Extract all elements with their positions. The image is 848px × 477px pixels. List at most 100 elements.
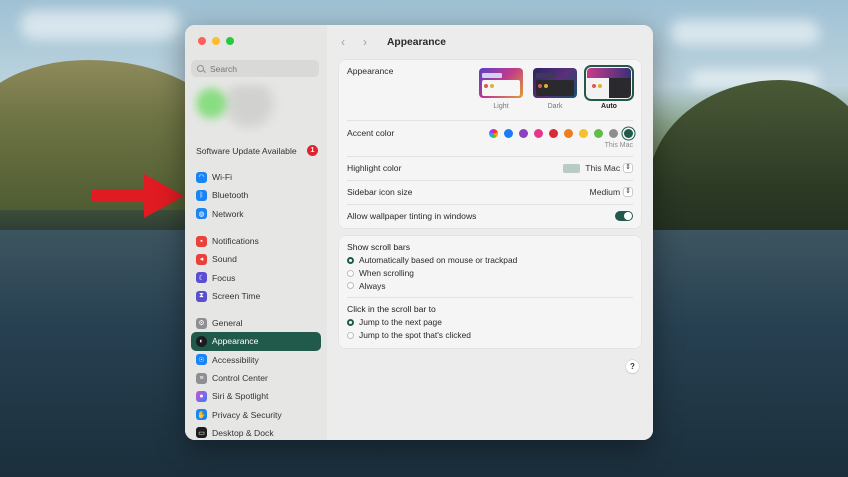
radio-label: Automatically based on mouse or trackpad xyxy=(359,255,518,266)
click-scroll-bar-group: Click in the scroll bar to Jump to the n… xyxy=(347,304,471,341)
system-group: ⚙ General ◐ Appearance ☉ Accessibility ≡… xyxy=(191,314,321,440)
sidebar-item-wifi[interactable]: ◠ Wi-Fi xyxy=(191,168,321,186)
sidebar-item-label: Privacy & Security xyxy=(212,409,282,420)
forward-button[interactable]: › xyxy=(363,35,375,49)
account-blurred[interactable] xyxy=(195,85,285,131)
minimize-button[interactable] xyxy=(212,37,220,45)
divider xyxy=(347,297,633,298)
radio-always[interactable]: Always xyxy=(347,279,517,292)
search-field[interactable] xyxy=(191,60,319,77)
help-button[interactable]: ? xyxy=(626,360,639,373)
sidebar-item-control-center[interactable]: ≡ Control Center xyxy=(191,369,321,387)
hand-icon: ✋ xyxy=(196,409,207,421)
sidebar-item-desktop-dock[interactable]: ▭ Desktop & Dock xyxy=(191,424,321,440)
toolbar: ‹ › Appearance xyxy=(327,25,653,59)
focus-group: ▪ Notifications ◂ Sound ☾ Focus ⧗ Screen… xyxy=(191,232,321,305)
accent-color-row: Accent color This Mac xyxy=(347,125,633,149)
show-scroll-bars-group: Show scroll bars Automatically based on … xyxy=(347,242,517,292)
sidebar-item-label: Screen Time xyxy=(212,291,261,302)
accent-multicolor[interactable] xyxy=(489,128,498,138)
sidebar-icon-size-row: Sidebar icon size Medium ⇕ xyxy=(347,184,633,200)
sidebar-icon-size-popup[interactable]: Medium ⇕ xyxy=(590,187,633,197)
sidebar-item-label: Siri & Spotlight xyxy=(212,391,269,402)
show-scroll-bars-label: Show scroll bars xyxy=(347,242,411,252)
sidebar-item-privacy-security[interactable]: ✋ Privacy & Security xyxy=(191,405,321,423)
software-update-item[interactable]: Software Update Available 1 xyxy=(196,145,318,156)
auto-label: Auto xyxy=(601,103,617,110)
system-settings-window: Software Update Available 1 ◠ Wi-Fi ᛒ Bl… xyxy=(185,25,653,440)
accent-this-mac[interactable] xyxy=(624,128,633,138)
sidebar-item-sound[interactable]: ◂ Sound xyxy=(191,250,321,268)
accent-red[interactable] xyxy=(549,128,558,138)
search-icon xyxy=(197,65,204,72)
accent-orange[interactable] xyxy=(564,128,573,138)
radio-unselected-icon xyxy=(347,282,354,290)
accent-blue[interactable] xyxy=(504,128,513,138)
wallpaper-tinting-toggle[interactable] xyxy=(615,211,633,221)
sidebar-item-network[interactable]: ◍ Network xyxy=(191,205,321,223)
sidebar-item-appearance[interactable]: ◐ Appearance xyxy=(191,332,321,351)
back-button[interactable]: ‹ xyxy=(341,35,353,49)
search-input[interactable] xyxy=(210,63,310,74)
accent-pink[interactable] xyxy=(534,128,543,138)
highlight-color-row: Highlight color This Mac ⇕ xyxy=(347,160,633,176)
appearance-icon: ◐ xyxy=(196,335,207,347)
accent-swatches: This Mac xyxy=(489,128,633,149)
popup-chevron-icon: ⇕ xyxy=(623,163,633,173)
zoom-button[interactable] xyxy=(226,37,234,45)
accent-green[interactable] xyxy=(594,128,603,138)
sidebar-item-label: Desktop & Dock xyxy=(212,427,274,438)
dock-icon: ▭ xyxy=(196,427,207,439)
accent-graphite[interactable] xyxy=(609,128,618,138)
sidebar-item-siri-spotlight[interactable]: ● Siri & Spotlight xyxy=(191,387,321,405)
sidebar-item-focus[interactable]: ☾ Focus xyxy=(191,269,321,287)
appearance-option-auto[interactable]: Auto xyxy=(584,65,634,110)
update-badge: 1 xyxy=(307,145,318,156)
accessibility-icon: ☉ xyxy=(196,354,207,366)
close-button[interactable] xyxy=(198,37,206,45)
accent-yellow[interactable] xyxy=(579,128,588,138)
sidebar-item-screen-time[interactable]: ⧗ Screen Time xyxy=(191,287,321,305)
radio-label: Always xyxy=(359,280,386,291)
appearance-card: Appearance Light Dark Auto Accent color … xyxy=(339,60,641,228)
window-controls xyxy=(198,37,234,45)
wifi-icon: ◠ xyxy=(196,171,207,183)
sidebar-item-notifications[interactable]: ▪ Notifications xyxy=(191,232,321,250)
sidebar-item-label: General xyxy=(212,318,243,329)
moon-icon: ☾ xyxy=(196,272,207,284)
sidebar-item-label: Control Center xyxy=(212,373,268,384)
highlight-color-popup[interactable]: This Mac ⇕ xyxy=(563,163,633,173)
auto-thumbnail xyxy=(584,65,634,101)
radio-unselected-icon xyxy=(347,331,354,339)
software-update-label: Software Update Available xyxy=(196,145,297,156)
radio-spot-clicked[interactable]: Jump to the spot that's clicked xyxy=(347,329,471,342)
appearance-label: Appearance xyxy=(347,66,394,76)
radio-when-scrolling[interactable]: When scrolling xyxy=(347,267,517,280)
highlight-color-label: Highlight color xyxy=(347,163,402,173)
gear-icon: ⚙ xyxy=(196,317,207,329)
appearance-option-dark[interactable]: Dark xyxy=(533,68,577,110)
network-group: ◠ Wi-Fi ᛒ Bluetooth ◍ Network xyxy=(191,168,321,223)
control-center-icon: ≡ xyxy=(196,372,207,384)
popup-chevron-icon: ⇕ xyxy=(623,187,633,197)
radio-selected-icon xyxy=(347,318,354,326)
divider xyxy=(347,204,633,205)
sidebar-item-label: Wi-Fi xyxy=(212,172,233,183)
radio-next-page[interactable]: Jump to the next page xyxy=(347,316,471,329)
appearance-option-light[interactable]: Light xyxy=(479,68,523,110)
sidebar-icon-size-value: Medium xyxy=(589,187,621,197)
sidebar: Software Update Available 1 ◠ Wi-Fi ᛒ Bl… xyxy=(185,25,328,440)
divider xyxy=(347,180,633,181)
accent-purple[interactable] xyxy=(519,128,528,138)
sidebar-item-accessibility[interactable]: ☉ Accessibility xyxy=(191,351,321,369)
light-label: Light xyxy=(493,103,509,110)
sidebar-item-general[interactable]: ⚙ General xyxy=(191,314,321,332)
highlight-value: This Mac xyxy=(585,163,621,173)
wallpaper-tinting-row: Allow wallpaper tinting in windows xyxy=(347,208,633,224)
sidebar-item-bluetooth[interactable]: ᛒ Bluetooth xyxy=(191,186,321,204)
click-scroll-bar-label: Click in the scroll bar to xyxy=(347,304,436,314)
globe-icon: ◍ xyxy=(196,208,207,220)
dark-label: Dark xyxy=(547,103,563,110)
accent-color-label: Accent color xyxy=(347,128,395,138)
radio-automatic[interactable]: Automatically based on mouse or trackpad xyxy=(347,254,517,267)
